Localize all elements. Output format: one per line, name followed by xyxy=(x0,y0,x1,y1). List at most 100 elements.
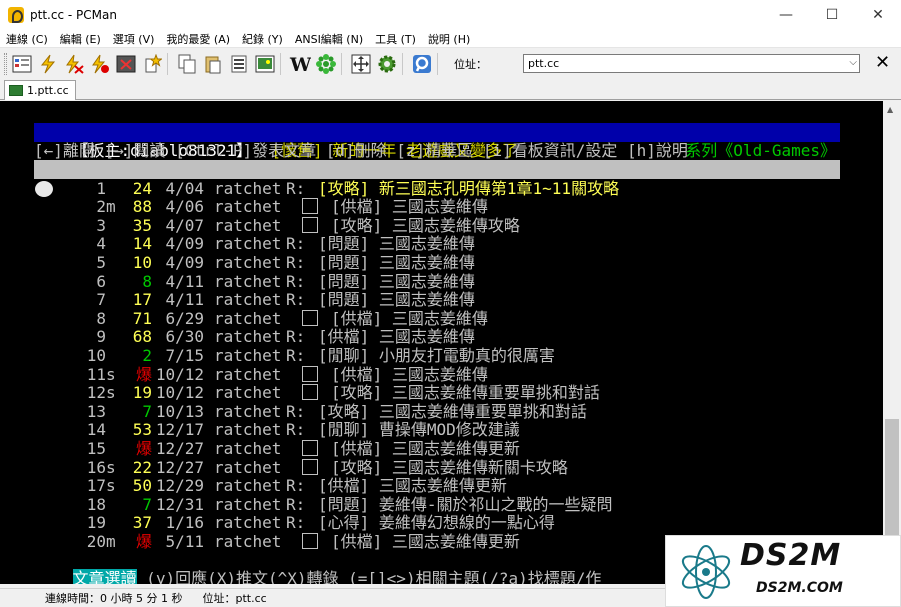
push-count: 37 xyxy=(132,513,152,533)
minimize-button[interactable]: — xyxy=(763,0,809,30)
tab-bar: 1.ptt.cc xyxy=(0,78,901,100)
menu-connect[interactable]: 連線 (C) xyxy=(0,31,54,47)
row-title: [供檔] 三國志姜維傳更新 xyxy=(331,438,520,458)
table-row[interactable]: 17s 50 12/29 ratchet R: [供檔] 三國志姜維傳更新 xyxy=(34,476,507,496)
menu-ansi-edit[interactable]: ANSI編輯 (N) xyxy=(289,31,369,47)
push-count: 68 xyxy=(132,327,152,347)
table-row[interactable]: 20m 爆 5/11 ratchet [供檔] 三國志姜維傳更新 xyxy=(34,531,520,552)
reply-mark: R: xyxy=(286,271,306,291)
table-row[interactable]: 8 71 6/29 ratchet [供檔] 三國志姜維傳 xyxy=(34,308,488,329)
disconnect-icon[interactable] xyxy=(88,52,111,75)
row-author: ratchet xyxy=(214,476,282,496)
row-author: ratchet xyxy=(214,327,282,347)
table-row[interactable]: 1 24 4/04 ratchet R: [攻略] 新三國志孔明傳第1章1~11關攻略 xyxy=(34,178,620,199)
table-row[interactable]: 12s 19 10/12 ratchet [攻略] 三國志姜維傳重要單挑和對話 xyxy=(34,383,600,403)
row-title: [問題] 姜維傳-關於祁山之戰的一些疑問 xyxy=(318,494,613,514)
reply-mark: R: xyxy=(286,252,306,272)
wikipedia-icon[interactable]: W xyxy=(288,52,311,75)
table-row[interactable]: 10 2 7/15 ratchet R: [閒聊] 小朋友打電動真的很厲害 xyxy=(34,345,555,366)
table-row[interactable]: 9 68 6/30 ratchet R: [供檔] 三國志姜維傳 xyxy=(34,327,475,347)
column-header: 編號日 期作 者文 章 標 題人氣:38 xyxy=(34,160,840,196)
reconnect-icon[interactable] xyxy=(62,52,85,75)
table-row[interactable]: 18 7 12/31 ratchet R: [問題] 姜維傳-關於祁山之戰的一些疑問 xyxy=(34,494,613,515)
row-number: 4 xyxy=(96,234,106,254)
copy-icon[interactable] xyxy=(175,52,198,75)
push-count: 17 xyxy=(132,290,152,310)
push-count: 24 xyxy=(132,178,152,198)
menu-help[interactable]: 說明 (H) xyxy=(422,31,476,47)
table-row[interactable]: 7 17 4/11 ratchet R: [問題] 三國志姜維傳 xyxy=(34,290,475,310)
menu-edit[interactable]: 編輯 (E) xyxy=(54,31,107,47)
row-date: 4/07 xyxy=(165,215,204,235)
menu-favorites[interactable]: 我的最愛 (A) xyxy=(160,31,236,47)
row-number: 9 xyxy=(96,327,106,347)
menu-tools[interactable]: 工具 (T) xyxy=(369,31,422,47)
row-author: ratchet xyxy=(214,308,282,328)
row-date: 10/12 xyxy=(155,383,204,403)
row-title: [攻略] 新三國志孔明傳第1章1~11關攻略 xyxy=(318,178,620,198)
close-connection-icon[interactable] xyxy=(114,52,137,75)
scroll-thumb[interactable] xyxy=(885,419,899,539)
table-row[interactable]: 13 7 10/13 ratchet R: [攻略] 三國志姜維傳重要單挑和對話 xyxy=(34,401,587,422)
paste-special-icon[interactable] xyxy=(227,52,250,75)
table-row[interactable]: 5 10 4/09 ratchet R: [問題] 三國志姜維傳 xyxy=(34,252,475,273)
push-count: 8 xyxy=(142,271,152,291)
table-row[interactable]: 2m 88 4/06 ratchet [供檔] 三國志姜維傳 xyxy=(34,197,488,217)
screenshot-icon[interactable] xyxy=(253,52,276,75)
row-date: 5/11 xyxy=(165,531,204,551)
row-author: ratchet xyxy=(214,178,282,198)
row-author: ratchet xyxy=(214,364,282,384)
push-count: 7 xyxy=(142,401,152,421)
terminal-screen[interactable]: 【板主:diablo81321】 [懷舊] 新的一年 老遊戲又變多了 系列《Old… xyxy=(0,101,883,584)
add-favorite-icon[interactable] xyxy=(140,52,163,75)
table-row[interactable]: 4 14 4/09 ratchet R: [問題] 三國志姜維傳 xyxy=(34,234,475,254)
push-count: 22 xyxy=(132,457,152,477)
chevron-down-icon[interactable]: ⌵ xyxy=(849,57,857,68)
menu-options[interactable]: 選項 (V) xyxy=(107,31,161,47)
row-title: [供檔] 三國志姜維傳 xyxy=(331,308,488,328)
menu-log[interactable]: 紀錄 (Y) xyxy=(236,31,289,47)
table-row[interactable]: 16s 22 12/27 ratchet [攻略] 三國志姜維傳新關卡攻略 xyxy=(34,457,568,478)
vertical-scrollbar[interactable]: ▲ ▼ xyxy=(883,101,901,584)
board-series: 系列《Old-Games》 xyxy=(685,140,836,160)
push-count: 2 xyxy=(142,345,152,365)
push-count: 7 xyxy=(142,494,152,514)
row-title: [閒聊] 小朋友打電動真的很厲害 xyxy=(318,345,555,365)
site-list-icon[interactable] xyxy=(10,52,33,75)
toolbar-separator xyxy=(402,52,403,75)
pcman-about-icon[interactable] xyxy=(410,52,433,75)
scroll-up-icon[interactable]: ▲ xyxy=(887,105,893,114)
table-row[interactable]: 6 8 4/11 ratchet R: [問題] 三國志姜維傳 xyxy=(34,271,475,292)
toolbar-grip[interactable] xyxy=(4,52,7,75)
row-title: [供檔] 三國志姜維傳更新 xyxy=(318,476,507,496)
toolbar-separator xyxy=(341,52,342,75)
paste-icon[interactable] xyxy=(201,52,224,75)
quick-connect-icon[interactable] xyxy=(36,52,59,75)
row-author: ratchet xyxy=(214,383,282,403)
settings-gear-icon[interactable] xyxy=(375,52,398,75)
row-author: ratchet xyxy=(214,420,282,440)
row-number: 20 xyxy=(86,531,106,551)
table-row[interactable]: 3 35 4/07 ratchet [攻略] 三國志姜維傳攻略 xyxy=(34,215,520,236)
row-date: 10/13 xyxy=(155,401,204,421)
reply-mark: R: xyxy=(286,401,306,421)
unread-box-icon xyxy=(302,309,318,326)
maximize-button[interactable]: ☐ xyxy=(809,0,855,30)
table-row[interactable]: 11s 爆 10/12 ratchet [供檔] 三國志姜維傳 xyxy=(34,364,488,385)
snowflake-icon[interactable] xyxy=(314,52,337,75)
close-icon[interactable]: ✕ xyxy=(875,52,890,73)
address-input[interactable]: ptt.cc ⌵ xyxy=(523,54,860,73)
row-author: ratchet xyxy=(214,438,282,458)
tab-ptt[interactable]: 1.ptt.cc xyxy=(4,80,76,100)
close-window-button[interactable]: ✕ xyxy=(855,0,901,30)
table-row[interactable]: 14 53 12/17 ratchet R: [閒聊] 曹操傳MOD修改建議 xyxy=(34,420,520,440)
row-number: 15 xyxy=(86,438,106,458)
row-number: 5 xyxy=(96,252,106,272)
row-mark: s xyxy=(106,364,116,384)
unread-box-icon xyxy=(302,532,318,549)
footer-tag: 文章選讀 xyxy=(72,568,137,584)
row-title: [供檔] 三國志姜維傳 xyxy=(318,327,475,347)
fullscreen-icon[interactable] xyxy=(349,52,372,75)
table-row[interactable]: 15 爆 12/27 ratchet [供檔] 三國志姜維傳更新 xyxy=(34,438,520,459)
table-row[interactable]: 19 37 1/16 ratchet R: [心得] 姜維傳幻想線的一點心得 xyxy=(34,513,555,533)
